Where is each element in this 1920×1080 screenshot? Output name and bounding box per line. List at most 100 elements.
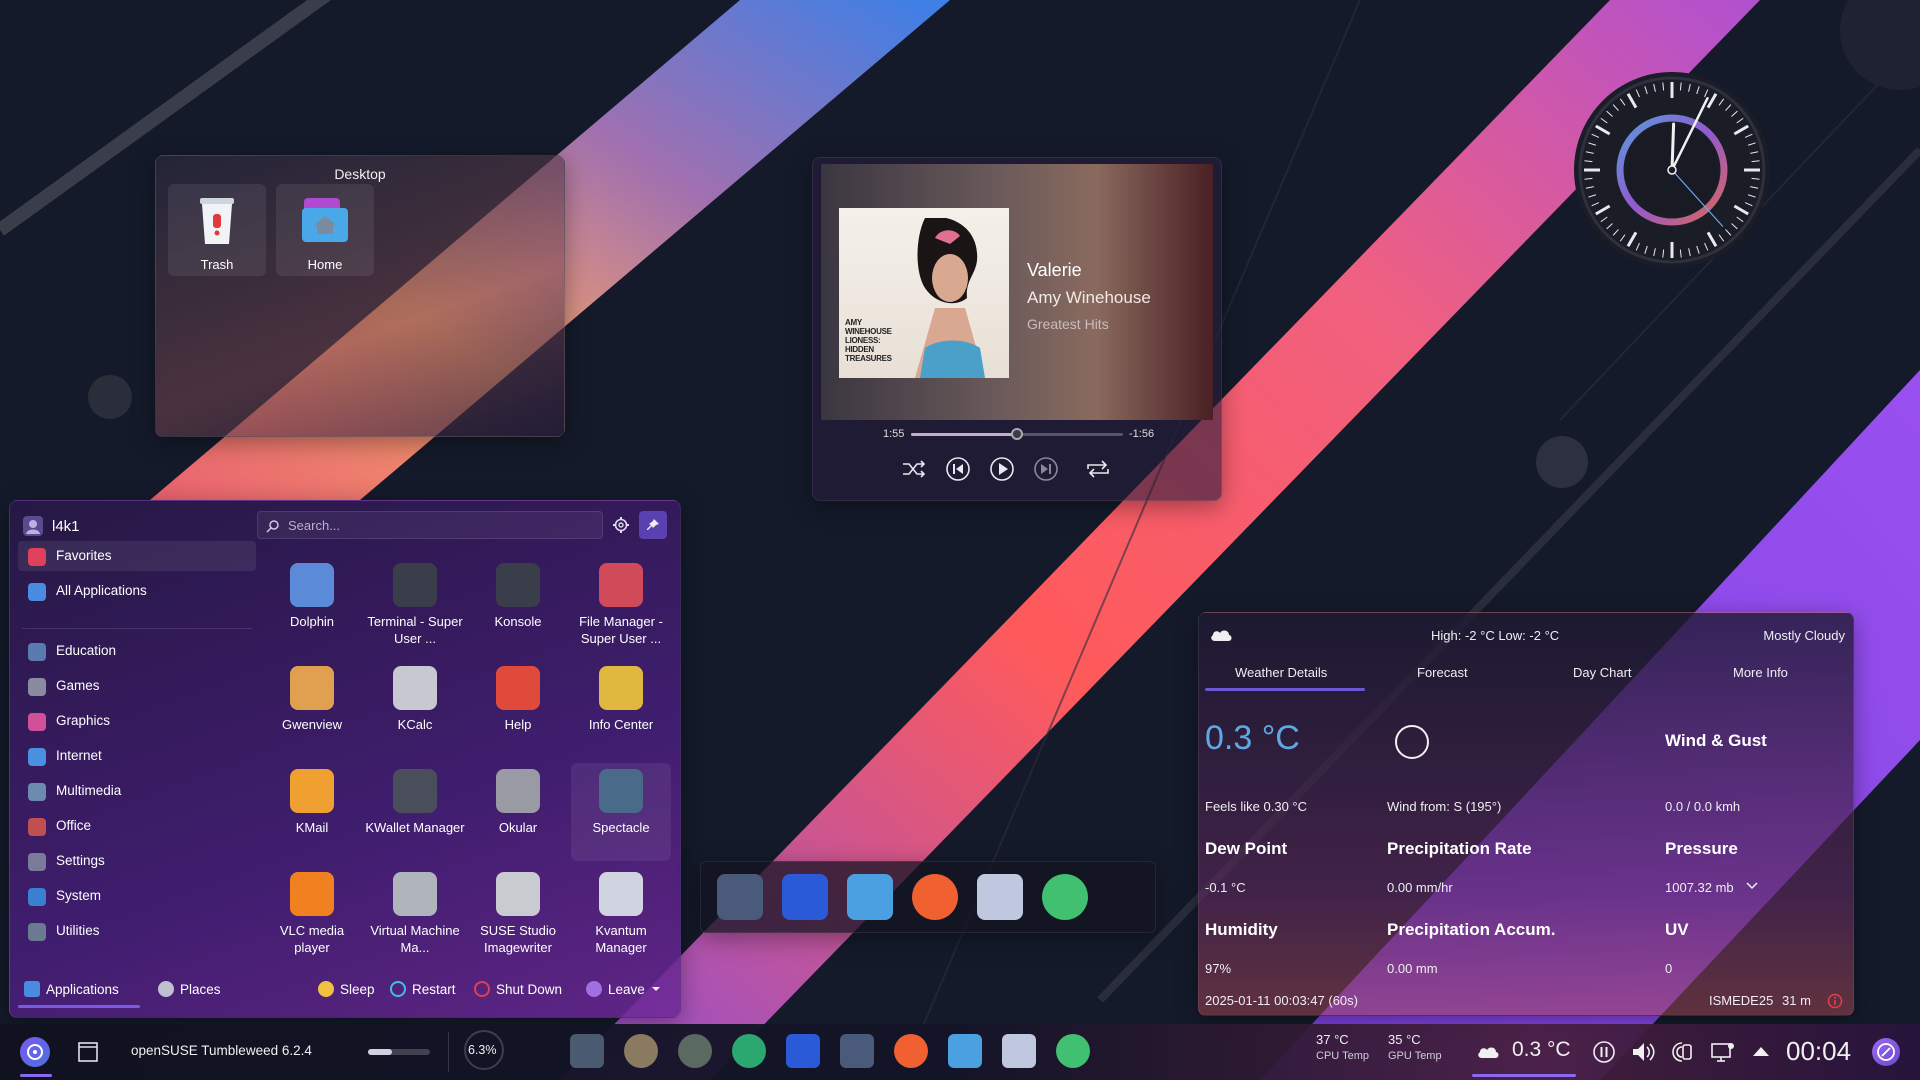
app-label: Kvantum Manager [595,923,647,955]
category-all-applications[interactable]: All Applications [18,576,256,606]
settings-sliders-icon[interactable] [717,874,763,920]
pressure-value: 1007.32 mb [1665,880,1734,895]
category-internet[interactable]: Internet [18,741,256,771]
sleep-button[interactable]: Sleep [318,981,375,997]
mastodon-icon[interactable] [732,1034,766,1068]
pause-icon[interactable] [1592,1040,1616,1064]
previous-button[interactable] [943,454,973,484]
app-kwallet-manager[interactable]: KWallet Manager [365,763,465,861]
app-kmail[interactable]: KMail [262,763,362,861]
category-multimedia[interactable]: Multimedia [18,776,256,806]
app-info-center[interactable]: Info Center [571,660,671,758]
category-label: Multimedia [56,783,122,798]
kde-connect-icon[interactable] [1670,1040,1694,1064]
clock-app-icon[interactable] [1056,1034,1090,1068]
tab-forecast[interactable]: Forecast [1417,665,1468,680]
cloud-icon[interactable] [1476,1042,1500,1060]
app-suse-studio-imagewriter[interactable]: SUSE Studio Imagewriter [468,866,568,964]
category-games[interactable]: Games [18,671,256,701]
spectacle-screenshot-icon[interactable] [1002,1034,1036,1068]
tab-day-chart[interactable]: Day Chart [1573,665,1632,680]
shuffle-button[interactable] [899,454,929,484]
track-artist: Amy Winehouse [1027,288,1151,307]
places-icon [158,981,174,997]
precipitation-accum-value: 0.00 mm [1387,961,1438,976]
category-office[interactable]: Office [18,811,256,841]
previous-icon [946,457,970,481]
gear-icon[interactable] [612,516,630,534]
seek-bar[interactable] [911,428,1123,440]
taskbar-clock[interactable]: 00:04 [1786,1036,1851,1067]
taskbar-weather-temperature[interactable]: 0.3 °C [1512,1038,1571,1062]
discover-store-icon[interactable] [782,874,828,920]
app-virtual-machine-ma[interactable]: Virtual Machine Ma... [365,866,465,964]
discover-store-icon[interactable] [786,1034,820,1068]
category-utilities[interactable]: Utilities [18,916,256,946]
dolphin-file-manager-icon[interactable] [847,874,893,920]
chevron-up-icon[interactable] [1750,1042,1772,1060]
system-monitor-icon[interactable] [570,1034,604,1068]
app-terminal-super-user[interactable]: Terminal - Super User ... [365,557,465,655]
wind-gust-label: Wind & Gust [1665,731,1767,750]
volume-icon[interactable] [1630,1040,1658,1064]
app-label: Virtual Machine Ma... [370,923,460,955]
app-gwenview[interactable]: Gwenview [262,660,362,758]
restart-button[interactable]: Restart [390,981,456,997]
category-icon [28,548,46,566]
desktop-pager-icon[interactable] [76,1040,100,1064]
category-favorites[interactable]: Favorites [18,541,256,571]
category-graphics[interactable]: Graphics [18,706,256,736]
app-file-manager-super-user[interactable]: File Manager - Super User ... [571,557,671,655]
restart-icon [390,981,406,997]
firefox-icon[interactable] [912,874,958,920]
spectacle-screenshot-icon[interactable] [977,874,1023,920]
category-system[interactable]: System [18,881,256,911]
desktop-item-trash[interactable]: Trash [168,184,266,276]
clock-app-icon[interactable] [1042,874,1088,920]
category-settings[interactable]: Settings [18,846,256,876]
app-kvantum-manager[interactable]: Kvantum Manager [571,866,671,964]
tab-applications[interactable]: Applications [24,981,119,997]
play-icon [990,457,1014,481]
session-button[interactable] [1872,1038,1900,1066]
app-okular[interactable]: Okular [468,763,568,861]
app-konsole[interactable]: Konsole [468,557,568,655]
launcher-button[interactable] [20,1037,50,1067]
repeat-button[interactable] [1083,454,1113,484]
tab-weather-details[interactable]: Weather Details [1235,665,1327,680]
next-button[interactable] [1031,454,1061,484]
info-icon[interactable] [1827,993,1843,1009]
app-dolphin[interactable]: Dolphin [262,557,362,655]
avatar[interactable] [22,515,44,537]
seek-bar-handle[interactable] [1011,428,1023,440]
desktop-item-home[interactable]: Home [276,184,374,276]
weather-condition: Mostly Cloudy [1763,628,1845,643]
dew-point-label: Dew Point [1205,839,1288,858]
shutdown-button[interactable]: Shut Down [474,981,562,997]
category-education[interactable]: Education [18,636,256,666]
shuffle-icon [903,460,926,478]
app-vlc-media-player[interactable]: VLC media player [262,866,362,964]
chevron-down-icon[interactable] [1745,881,1759,891]
weather-high-low: High: -2 °C Low: -2 °C [1431,628,1560,643]
pin-button[interactable] [639,511,667,539]
firefox-icon[interactable] [894,1034,928,1068]
app-label: Konsole [494,614,542,629]
tab-more-info[interactable]: More Info [1733,665,1788,680]
application-launcher: l4k1 Favorites All Applications Education G… [9,500,681,1018]
app-icon [599,769,643,813]
shutter-icon[interactable] [678,1034,712,1068]
app-spectacle[interactable]: Spectacle [571,763,671,861]
leave-button[interactable]: Leave [586,981,661,997]
tab-places[interactable]: Places [158,981,221,997]
dolphin-file-manager-icon[interactable] [948,1034,982,1068]
settings-sliders-icon[interactable] [840,1034,874,1068]
app-help[interactable]: Help [468,660,568,758]
search-input[interactable] [257,511,603,539]
play-button[interactable] [987,454,1017,484]
volume-slider[interactable] [368,1049,430,1055]
network-icon[interactable] [1710,1040,1736,1064]
app-kcalc[interactable]: KCalc [365,660,465,758]
gimp-icon[interactable] [624,1034,658,1068]
app-label: VLC media player [279,923,345,955]
